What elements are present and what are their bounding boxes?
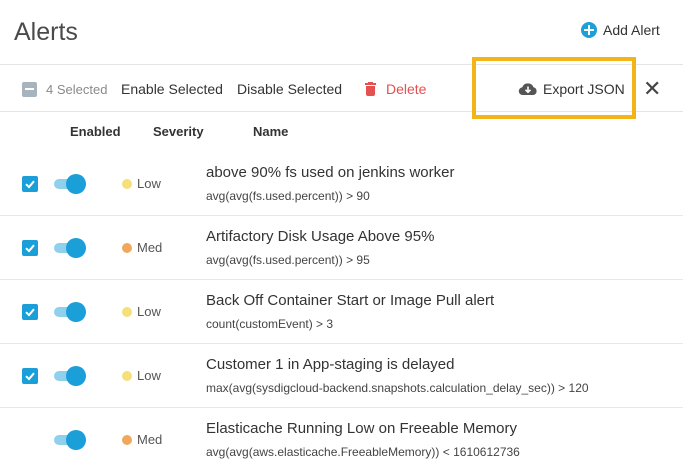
severity-dot-icon bbox=[122, 306, 132, 317]
checkmark-icon bbox=[25, 180, 35, 189]
plus-circle-icon bbox=[581, 22, 597, 38]
severity-indicator: Low bbox=[122, 304, 161, 319]
row-checkbox[interactable] bbox=[22, 304, 38, 320]
row-checkbox[interactable] bbox=[22, 368, 38, 384]
severity-dot-icon bbox=[122, 434, 132, 445]
row-checkbox[interactable] bbox=[22, 240, 38, 256]
add-alert-label: Add Alert bbox=[603, 22, 660, 38]
select-all-checkbox[interactable] bbox=[22, 65, 37, 113]
indeterminate-checkbox-icon bbox=[22, 81, 37, 97]
enabled-toggle[interactable] bbox=[54, 302, 86, 322]
delete-label: Delete bbox=[386, 81, 427, 97]
delete-button[interactable]: Delete bbox=[365, 65, 426, 113]
alert-row[interactable]: Low above 90% fs used on jenkins worker av… bbox=[0, 152, 683, 216]
alert-row[interactable]: Low Back Off Container Start or Image Pul… bbox=[0, 280, 683, 344]
page-title: Alerts bbox=[14, 18, 78, 46]
checkmark-icon bbox=[25, 244, 35, 253]
alert-row[interactable]: Low Customer 1 in App-staging is delayed m… bbox=[0, 344, 683, 408]
column-header-name[interactable]: Name bbox=[253, 124, 288, 139]
alert-condition: avg(avg(fs.used.percent)) > 95 bbox=[206, 253, 370, 267]
alert-name[interactable]: Customer 1 in App-staging is delayed bbox=[206, 356, 454, 373]
selected-count: 4 Selected bbox=[46, 81, 108, 97]
severity-indicator: Low bbox=[122, 176, 161, 191]
severity-label: Low bbox=[137, 176, 161, 191]
enabled-toggle[interactable] bbox=[54, 430, 86, 450]
alert-name[interactable]: Elasticache Running Low on Freeable Memo… bbox=[206, 420, 517, 437]
alert-row[interactable]: Med Elasticache Running Low on Freeable M… bbox=[0, 408, 683, 459]
enabled-toggle[interactable] bbox=[54, 366, 86, 386]
close-icon[interactable]: ✕ bbox=[643, 65, 661, 113]
severity-dot-icon bbox=[122, 178, 132, 189]
severity-indicator: Low bbox=[122, 368, 161, 383]
enabled-toggle[interactable] bbox=[54, 238, 86, 258]
severity-label: Med bbox=[137, 240, 163, 255]
trash-icon bbox=[365, 82, 376, 96]
add-alert-button[interactable]: Add Alert bbox=[581, 22, 660, 38]
alert-condition: avg(avg(fs.used.percent)) > 90 bbox=[206, 189, 370, 203]
column-header-enabled[interactable]: Enabled bbox=[70, 124, 121, 139]
row-checkbox[interactable] bbox=[22, 176, 38, 192]
enable-selected-button[interactable]: Enable Selected bbox=[121, 65, 223, 113]
alert-row[interactable]: Med Artifactory Disk Usage Above 95% avg(a… bbox=[0, 216, 683, 280]
alert-name[interactable]: above 90% fs used on jenkins worker bbox=[206, 164, 454, 181]
severity-dot-icon bbox=[122, 370, 132, 381]
alert-name[interactable]: Back Off Container Start or Image Pull a… bbox=[206, 292, 494, 309]
alert-condition: avg(avg(aws.elasticache.FreeableMemory))… bbox=[206, 445, 520, 459]
severity-indicator: Med bbox=[122, 432, 162, 447]
severity-label: Low bbox=[137, 368, 161, 383]
column-header-severity[interactable]: Severity bbox=[153, 124, 204, 139]
severity-dot-icon bbox=[122, 242, 132, 253]
enabled-toggle[interactable] bbox=[54, 174, 86, 194]
severity-label: Med bbox=[137, 432, 163, 447]
severity-label: Low bbox=[137, 304, 161, 319]
alert-name[interactable]: Artifactory Disk Usage Above 95% bbox=[206, 228, 434, 245]
checkmark-icon bbox=[25, 308, 35, 317]
checkmark-icon bbox=[25, 372, 35, 381]
alert-condition: count(customEvent) > 3 bbox=[206, 317, 334, 331]
export-highlight-box bbox=[472, 57, 636, 119]
alert-condition: max(avg(sysdigcloud-backend.snapshots.ca… bbox=[206, 381, 589, 395]
severity-indicator: Med bbox=[122, 240, 162, 255]
disable-selected-button[interactable]: Disable Selected bbox=[237, 65, 342, 113]
